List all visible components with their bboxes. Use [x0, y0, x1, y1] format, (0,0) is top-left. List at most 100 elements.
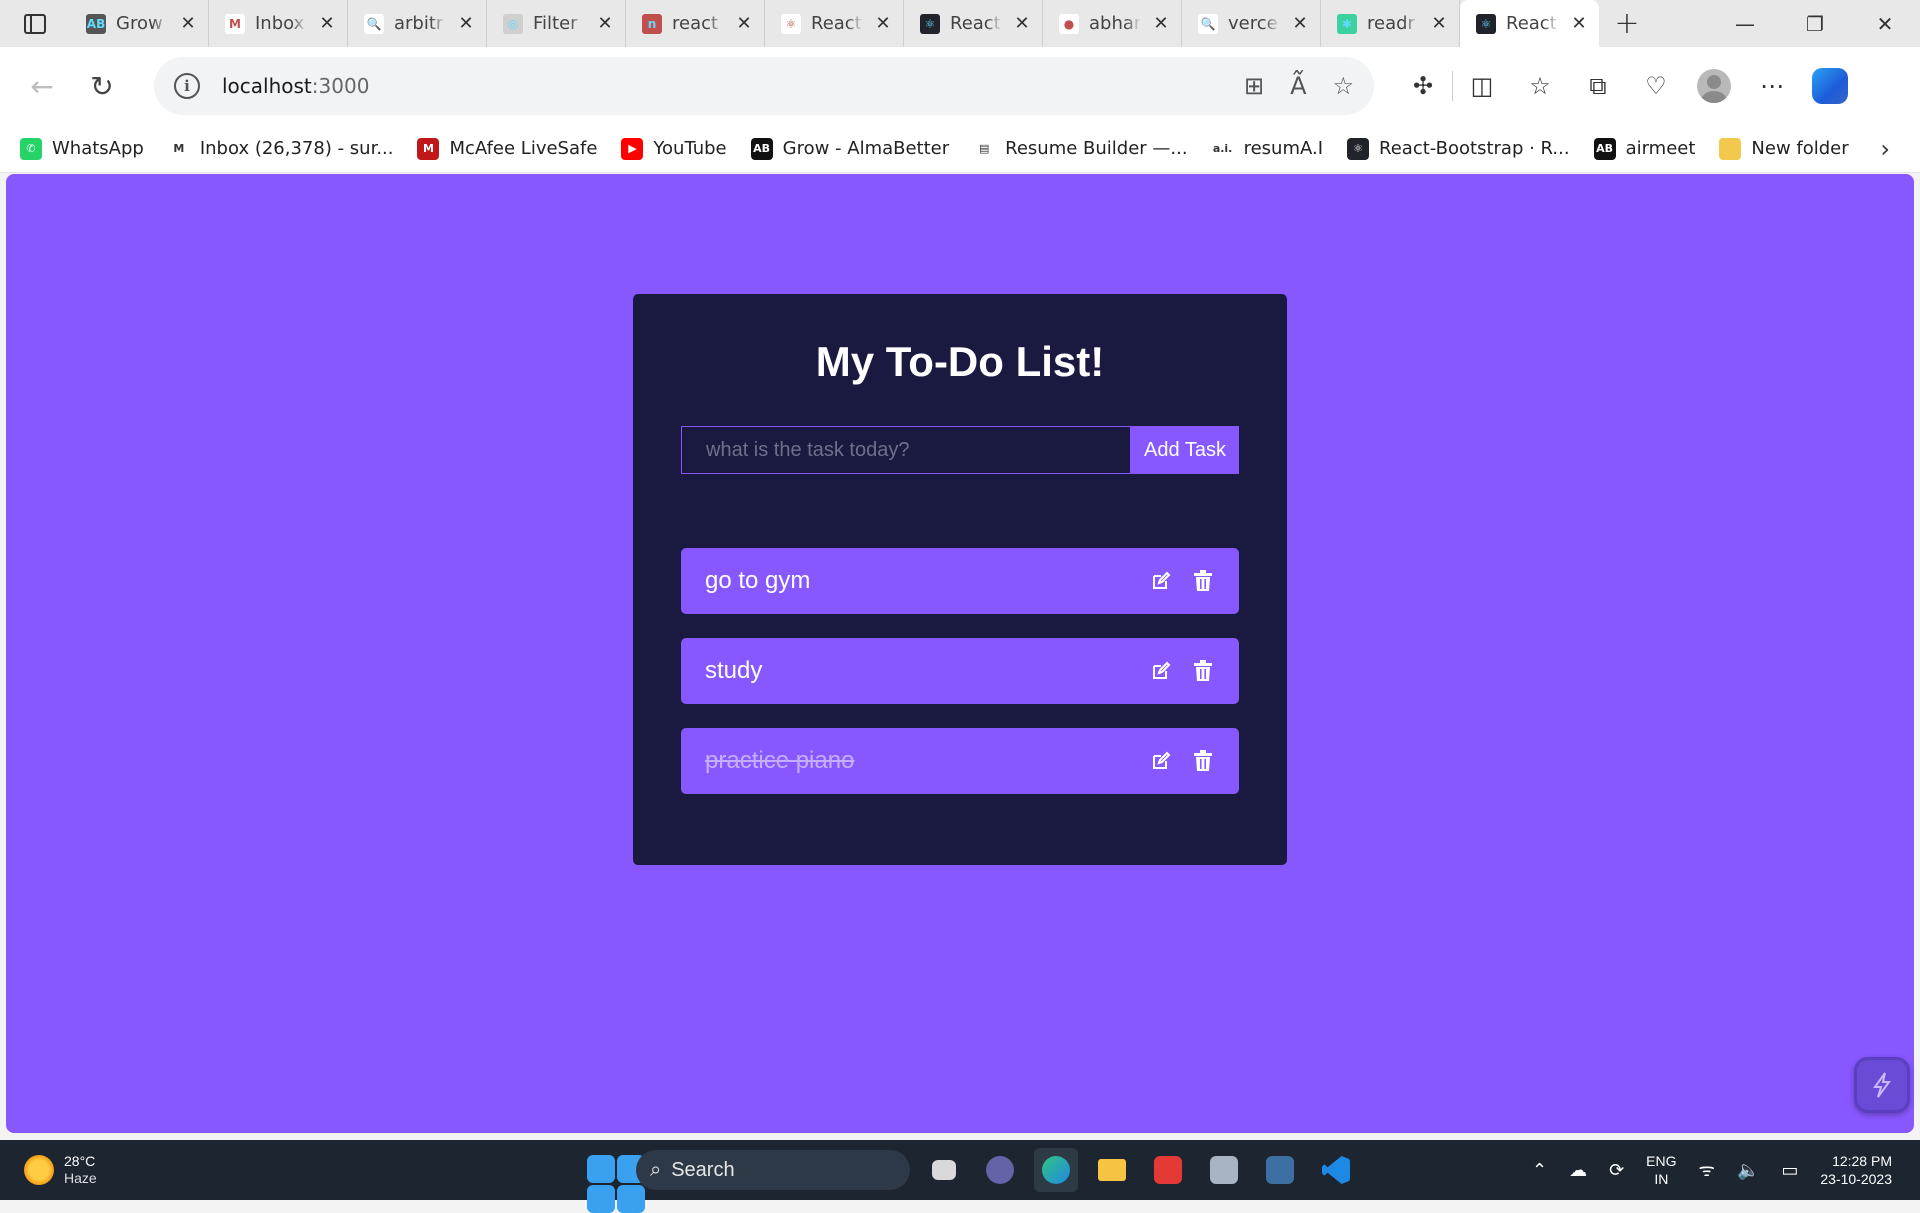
browser-tab[interactable]: AB Grow ✕	[70, 0, 209, 47]
edit-icon[interactable]	[1149, 569, 1173, 593]
bookmark-item[interactable]: a.i. resumA.I	[1211, 137, 1323, 160]
clock[interactable]: 12:28 PM 23-10-2023	[1820, 1152, 1892, 1188]
browser-essentials-icon[interactable]: ♡	[1627, 57, 1685, 115]
bookmark-item[interactable]: ⚛ React-Bootstrap · R...	[1347, 137, 1570, 160]
floating-extension-button[interactable]	[1854, 1057, 1910, 1113]
teams-chat-button[interactable]	[978, 1148, 1022, 1192]
chat-icon	[986, 1156, 1014, 1184]
sync-icon[interactable]: ⟳	[1609, 1160, 1624, 1181]
language-indicator[interactable]: ENG IN	[1646, 1152, 1676, 1188]
wifi-icon[interactable]: ᯤ	[1699, 1158, 1715, 1182]
chevron-up-icon[interactable]: ⌃	[1532, 1160, 1547, 1181]
browser-tab[interactable]: n react ✕	[626, 0, 765, 47]
close-tab-icon[interactable]: ✕	[1151, 13, 1171, 34]
close-tab-icon[interactable]: ✕	[1569, 13, 1589, 34]
bookmark-item[interactable]: M Inbox (26,378) - sur...	[167, 137, 393, 160]
favorites-icon[interactable]: ☆	[1511, 57, 1569, 115]
vscode-button[interactable]	[1314, 1148, 1358, 1192]
read-aloud-icon[interactable]: A᷉	[1290, 72, 1306, 100]
browser-tab[interactable]: ⚛ React ✕	[904, 0, 1043, 47]
close-tab-icon[interactable]: ✕	[1290, 13, 1310, 34]
trash-icon[interactable]	[1191, 569, 1215, 593]
task-input[interactable]	[681, 426, 1131, 474]
bookmark-item[interactable]: M McAfee LiveSafe	[417, 137, 597, 160]
battery-icon[interactable]: ▭	[1781, 1160, 1798, 1181]
close-tab-icon[interactable]: ✕	[317, 13, 337, 34]
collections-icon[interactable]: ⧉	[1569, 57, 1627, 115]
bookmark-label: WhatsApp	[52, 138, 144, 159]
refresh-button[interactable]: ↻	[72, 56, 132, 116]
close-tab-icon[interactable]: ✕	[873, 13, 893, 34]
copilot-button[interactable]	[1801, 57, 1859, 115]
extensions-icon[interactable]: ✣	[1394, 57, 1452, 115]
edit-icon[interactable]	[1149, 659, 1173, 683]
bookmark-item[interactable]: ✆ WhatsApp	[20, 137, 144, 160]
bookmark-label: React-Bootstrap · R...	[1379, 138, 1570, 159]
system-tray: ⌃ ☁ ⟳ ENG IN ᯤ 🔈 ▭ 12:28 PM 23-10-2023	[1532, 1140, 1920, 1200]
trash-icon[interactable]	[1191, 659, 1215, 683]
favorites-overflow-chevron-icon[interactable]: ›	[1880, 135, 1890, 163]
todo-item-text[interactable]: go to gym	[705, 567, 1149, 595]
edit-icon[interactable]	[1149, 749, 1173, 773]
edge-taskbar-button[interactable]	[1034, 1148, 1078, 1192]
app-red-button[interactable]	[1146, 1148, 1190, 1192]
onedrive-cloud-icon[interactable]: ☁	[1569, 1160, 1587, 1181]
close-tab-icon[interactable]: ✕	[456, 13, 476, 34]
address-bar[interactable]: i localhost:3000 ⊞ A᷉ ☆	[154, 57, 1374, 115]
close-tab-icon[interactable]: ✕	[1429, 13, 1449, 34]
bookmark-list: ✆ WhatsApp M Inbox (26,378) - sur... M McAfee…	[20, 137, 1873, 160]
database-app-button[interactable]	[1258, 1148, 1302, 1192]
new-tab-button[interactable]: +	[1599, 0, 1655, 47]
browser-tab[interactable]: 🔍 arbitr ✕	[348, 0, 487, 47]
site-info-icon[interactable]: i	[174, 73, 200, 99]
more-menu-icon[interactable]: ⋯	[1743, 57, 1801, 115]
bookmark-item[interactable]: ▶ YouTube	[621, 137, 727, 160]
minimize-button[interactable]: —	[1710, 0, 1780, 47]
add-task-button[interactable]: Add Task	[1131, 426, 1239, 474]
profile-button[interactable]	[1685, 57, 1743, 115]
restore-button[interactable]: ❐	[1780, 0, 1850, 47]
file-explorer-button[interactable]	[1090, 1148, 1134, 1192]
back-button[interactable]: ←	[12, 56, 72, 116]
browser-tab[interactable]: ⚛ React ✕	[765, 0, 904, 47]
close-tab-icon[interactable]: ✕	[1012, 13, 1032, 34]
close-tab-icon[interactable]: ✕	[595, 13, 615, 34]
office-app-button[interactable]	[1202, 1148, 1246, 1192]
app-available-icon[interactable]: ⊞	[1244, 72, 1264, 100]
bookmark-label: airmeet	[1625, 138, 1696, 159]
browser-toolbar: ← ↻ i localhost:3000 ⊞ A᷉ ☆ ✣ ◫ ☆ ⧉ ♡ ⋯	[0, 47, 1920, 125]
browser-tab[interactable]: ◎ Filter ✕	[487, 0, 626, 47]
browser-tab[interactable]: ✱ readr ✕	[1321, 0, 1460, 47]
close-tab-icon[interactable]: ✕	[734, 13, 754, 34]
tab-title: react	[672, 13, 719, 34]
close-tab-icon[interactable]: ✕	[178, 13, 198, 34]
task-view-button[interactable]	[922, 1148, 966, 1192]
bookmark-item[interactable]: AB airmeet	[1593, 137, 1696, 160]
weather-widget[interactable]: 28°C Haze	[24, 1153, 224, 1187]
start-button[interactable]	[580, 1148, 645, 1213]
close-window-button[interactable]: ✕	[1850, 0, 1920, 47]
split-screen-icon[interactable]: ◫	[1453, 57, 1511, 115]
window-controls: — ❐ ✕	[1710, 0, 1920, 47]
bookmark-favicon-icon: ▶	[621, 137, 644, 160]
browser-tab[interactable]: M Inbox ✕	[209, 0, 348, 47]
todo-item: practice piano	[681, 728, 1239, 794]
bookmark-item[interactable]: AB Grow - AlmaBetter	[750, 137, 949, 160]
browser-tab[interactable]: 🔍 verce ✕	[1182, 0, 1321, 47]
bookmark-item[interactable]: ▤ Resume Builder —...	[973, 137, 1188, 160]
tab-actions-button[interactable]	[0, 0, 70, 47]
browser-tab[interactable]: ● abhar ✕	[1043, 0, 1182, 47]
tab-favicon-icon: 🔍	[364, 13, 384, 34]
bookmark-favicon-icon: M	[417, 137, 440, 160]
taskbar-search[interactable]: ⌕ Search	[636, 1150, 910, 1190]
trash-icon[interactable]	[1191, 749, 1215, 773]
todo-card: My To-Do List! Add Task go to gym study pr…	[633, 294, 1287, 865]
todo-item-text[interactable]: study	[705, 657, 1149, 685]
volume-icon[interactable]: 🔈	[1737, 1160, 1759, 1181]
tab-favicon-icon: ⚛	[920, 13, 940, 34]
bookmark-item[interactable]: New folder	[1719, 137, 1849, 160]
todo-item-text[interactable]: practice piano	[705, 747, 1149, 775]
favorite-star-icon[interactable]: ☆	[1332, 72, 1354, 100]
bookmark-favicon-icon: AB	[750, 137, 773, 160]
browser-tab[interactable]: ⚛ React ✕	[1460, 0, 1599, 47]
